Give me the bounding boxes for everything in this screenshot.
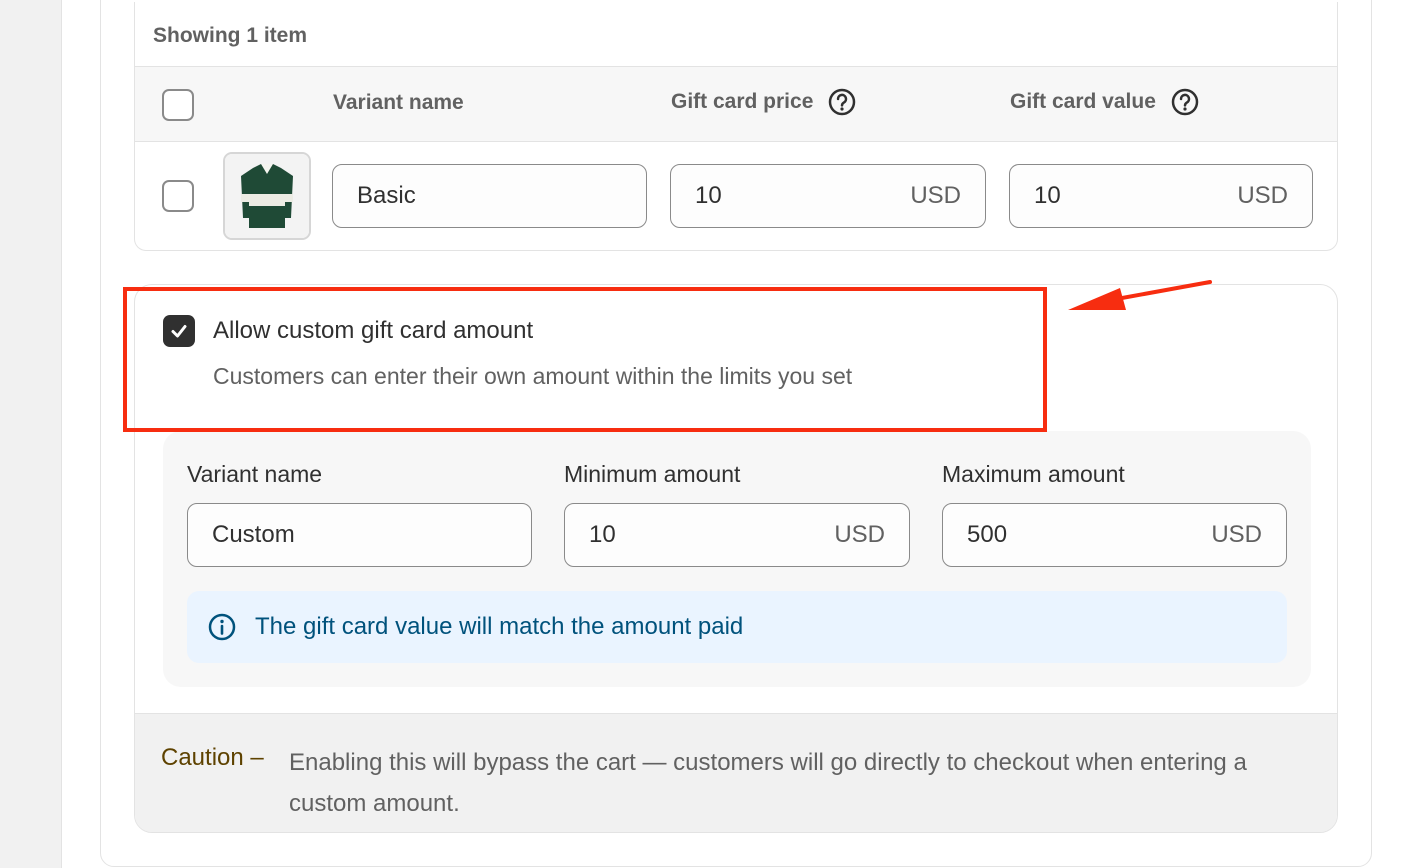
caution-label: Caution – xyxy=(161,744,264,771)
maximum-amount-input[interactable]: 500 USD xyxy=(942,503,1287,567)
gift-card-value-input[interactable]: 10 USD xyxy=(1009,164,1313,228)
table-header: Variant name Gift card price Gift card v… xyxy=(135,66,1337,142)
column-variant-name-label: Variant name xyxy=(333,91,464,114)
info-banner-text: The gift card value will match the amoun… xyxy=(255,613,744,640)
column-gift-card-price: Gift card price xyxy=(671,87,857,117)
allow-custom-amount-label[interactable]: Allow custom gift card amount xyxy=(213,317,533,345)
column-variant-name: Variant name xyxy=(333,91,464,115)
question-circle-icon[interactable] xyxy=(827,87,857,117)
allow-custom-amount-checkbox[interactable] xyxy=(163,315,195,347)
variant-name-value: Basic xyxy=(357,182,416,209)
minimum-amount-value: 10 xyxy=(589,521,616,548)
gift-card-price-input[interactable]: 10 USD xyxy=(670,164,986,228)
custom-variant-name-label: Variant name xyxy=(187,461,323,487)
product-thumbnail[interactable] xyxy=(223,152,311,240)
column-gift-card-value-label: Gift card value xyxy=(1010,90,1156,113)
column-gift-card-price-label: Gift card price xyxy=(671,90,814,113)
question-circle-icon[interactable] xyxy=(1170,87,1200,117)
custom-amount-card: Allow custom gift card amount Customers … xyxy=(134,284,1338,833)
custom-amount-settings: Variant name Minimum amount Maximum amou… xyxy=(163,431,1311,687)
caution-text: Enabling this will bypass the cart — cus… xyxy=(289,749,1247,817)
caution-footer: Caution – Enabling this will bypass the … xyxy=(135,713,1337,832)
minimum-amount-input[interactable]: 10 USD xyxy=(564,503,910,567)
info-icon xyxy=(208,613,236,641)
left-gutter xyxy=(0,0,62,868)
select-all-checkbox[interactable] xyxy=(162,89,194,121)
info-banner: The gift card value will match the amoun… xyxy=(187,591,1287,663)
column-gift-card-value: Gift card value xyxy=(1010,87,1200,117)
currency-suffix: USD xyxy=(910,182,961,209)
maximum-amount-value: 500 xyxy=(967,521,1008,548)
row-checkbox[interactable] xyxy=(162,180,194,212)
gift-card-value-value: 10 xyxy=(1034,182,1061,209)
annotation-arrow-icon xyxy=(1068,280,1212,310)
maximum-amount-label: Maximum amount xyxy=(942,461,1125,487)
currency-suffix: USD xyxy=(1211,521,1262,548)
gift-card-price-value: 10 xyxy=(695,182,722,209)
custom-variant-name-value: Custom xyxy=(212,521,295,548)
minimum-amount-label: Minimum amount xyxy=(564,461,741,487)
custom-variant-name-input[interactable]: Custom xyxy=(187,503,532,567)
variants-table: Showing 1 item Variant name Gift card pr… xyxy=(134,2,1338,251)
variant-name-input[interactable]: Basic xyxy=(332,164,647,228)
currency-suffix: USD xyxy=(1237,182,1288,209)
currency-suffix: USD xyxy=(834,521,885,548)
table-summary: Showing 1 item xyxy=(153,24,308,47)
checkmark-icon xyxy=(171,325,187,338)
allow-custom-amount-help: Customers can enter their own amount wit… xyxy=(213,363,853,389)
